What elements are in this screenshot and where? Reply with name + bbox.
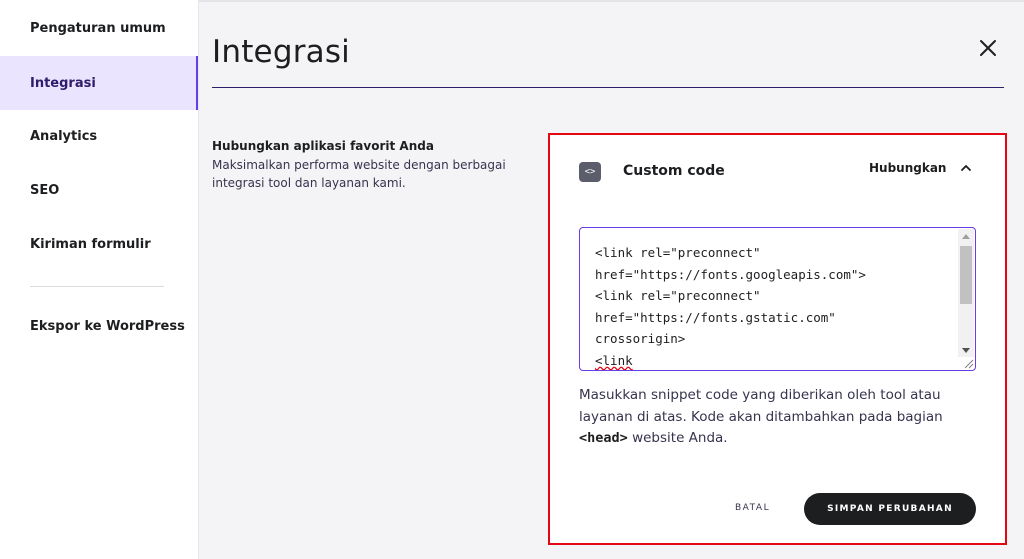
code-line: href="https://fonts.googleapis.com"> bbox=[595, 266, 866, 282]
title-divider bbox=[212, 87, 1004, 88]
sidebar: Pengaturan umum Integrasi Analytics SEO … bbox=[0, 0, 199, 559]
code-line: <link rel="preconnect" bbox=[595, 245, 761, 260]
sidebar-item-seo[interactable]: SEO bbox=[0, 163, 198, 217]
sidebar-item-export-wordpress[interactable]: Ekspor ke WordPress bbox=[0, 299, 198, 353]
top-border bbox=[199, 0, 1024, 2]
code-icon: <> bbox=[579, 162, 601, 182]
code-textarea[interactable]: <link rel="preconnect" href="https://font… bbox=[579, 227, 976, 371]
card-title: Custom code bbox=[623, 163, 725, 179]
code-line: href="https://fonts.gstatic.com" bbox=[595, 309, 836, 325]
sidebar-item-label: Pengaturan umum bbox=[30, 20, 166, 36]
sidebar-item-label: Analytics bbox=[30, 128, 98, 144]
help-text-suffix: website Anda. bbox=[627, 430, 728, 446]
code-content: <link rel="preconnect" href="https://font… bbox=[595, 242, 957, 370]
code-line: <link bbox=[595, 352, 633, 368]
code-line: <link rel="preconnect" bbox=[595, 288, 761, 303]
sidebar-item-form-submissions[interactable]: Kiriman formulir bbox=[0, 217, 198, 271]
scroll-thumb[interactable] bbox=[960, 246, 972, 304]
sidebar-item-label: Integrasi bbox=[30, 75, 96, 91]
connect-button[interactable]: Hubungkan bbox=[869, 161, 972, 175]
save-changes-button[interactable]: SIMPAN PERUBAHAN bbox=[804, 493, 976, 525]
sidebar-item-general-settings[interactable]: Pengaturan umum bbox=[0, 1, 198, 55]
scroll-down-arrow-icon[interactable] bbox=[962, 348, 970, 353]
sidebar-item-label: SEO bbox=[30, 182, 60, 198]
chevron-up-icon bbox=[961, 165, 972, 171]
help-text: Masukkan snippet code yang diberikan ole… bbox=[579, 385, 979, 450]
sidebar-item-label: Kiriman formulir bbox=[30, 236, 151, 252]
sidebar-item-label: Ekspor ke WordPress bbox=[30, 318, 185, 334]
close-button[interactable] bbox=[976, 36, 1000, 60]
close-icon bbox=[980, 40, 996, 56]
code-line: crossorigin> bbox=[595, 331, 686, 346]
help-text-prefix: Masukkan snippet code yang diberikan ole… bbox=[579, 387, 943, 425]
intro-description: Maksimalkan performa website dengan berb… bbox=[212, 158, 506, 190]
scrollbar[interactable] bbox=[958, 229, 974, 357]
help-code: <head> bbox=[579, 430, 628, 446]
cancel-button[interactable]: BATAL bbox=[735, 503, 770, 513]
page-title: Integrasi bbox=[212, 34, 351, 70]
sidebar-divider bbox=[30, 286, 164, 287]
sidebar-item-analytics[interactable]: Analytics bbox=[0, 109, 198, 163]
scroll-up-arrow-icon[interactable] bbox=[962, 234, 970, 239]
connect-label: Hubungkan bbox=[869, 161, 947, 175]
sidebar-item-integrations[interactable]: Integrasi bbox=[0, 56, 198, 110]
intro-title: Hubungkan aplikasi favorit Anda bbox=[212, 139, 434, 153]
resize-handle-icon[interactable] bbox=[962, 357, 974, 369]
custom-code-card: <> Custom code Hubungkan <link rel="prec… bbox=[548, 133, 1007, 545]
